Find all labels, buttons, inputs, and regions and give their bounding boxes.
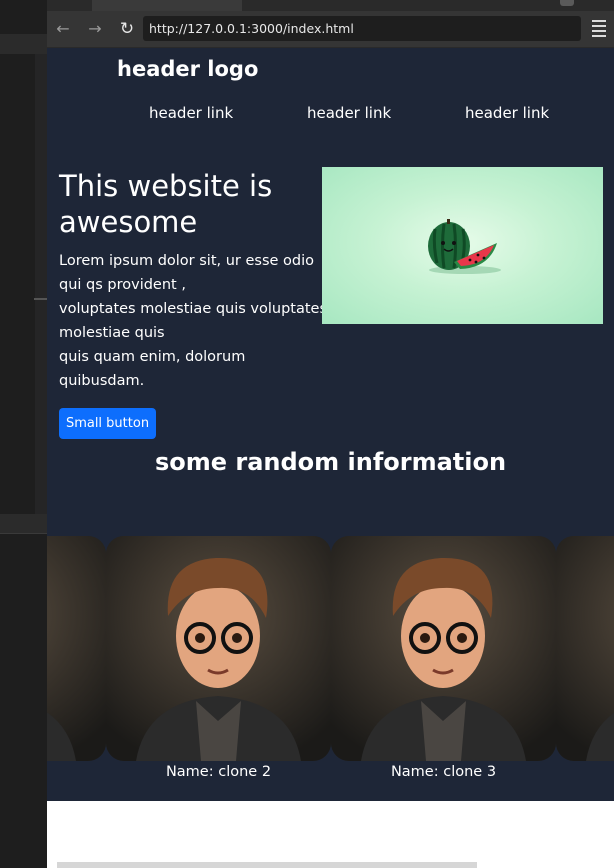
card-caption: Name: clone 3	[390, 764, 497, 780]
card-image[interactable]	[47, 536, 106, 761]
header-logo[interactable]: header logo	[117, 57, 258, 81]
hero-paragraph-line: molestiae quis	[59, 325, 165, 341]
boy-avatar-image	[106, 536, 331, 761]
window-control-button[interactable]	[560, 0, 574, 6]
menu-button[interactable]	[592, 20, 606, 38]
browser-toolbar: ← → ↻ http://127.0.0.1:3000/index.html	[47, 11, 614, 48]
reload-icon: ↻	[119, 19, 135, 39]
forward-button[interactable]: →	[83, 17, 107, 41]
address-bar[interactable]: http://127.0.0.1:3000/index.html	[143, 16, 581, 41]
boy-avatar-image	[556, 536, 614, 761]
watermelon-illustration	[428, 219, 501, 274]
hero-paragraph-line: Lorem ipsum dolor sit, ur esse odio	[59, 253, 315, 269]
background-side-panel	[35, 54, 47, 514]
boy-avatar-image	[47, 536, 106, 761]
web-page: header logo header link header link head…	[47, 48, 614, 801]
hero-paragraph-line: voluptates molestiae quis voluptates	[59, 301, 328, 317]
boy-avatar-image	[331, 536, 556, 761]
background-editor-panel	[0, 0, 47, 868]
hero-title: This website is awesome	[59, 169, 273, 239]
browser-window: ← → ↻ http://127.0.0.1:3000/index.html h…	[47, 0, 614, 868]
tab-strip	[47, 0, 614, 11]
hero-paragraph: Lorem ipsum dolor sit, ur esse odio qui …	[59, 249, 328, 393]
hamburger-menu-icon	[592, 20, 606, 37]
background-toolbar	[0, 34, 47, 54]
small-button[interactable]: Small button	[59, 408, 156, 439]
header-link-2[interactable]: header link	[307, 104, 391, 122]
browser-tab[interactable]	[92, 0, 242, 11]
reload-button[interactable]: ↻	[115, 17, 139, 41]
header-link-1[interactable]: header link	[149, 104, 233, 122]
hero-paragraph-line: quibusdam.	[59, 373, 145, 389]
header-link-3[interactable]: header link	[465, 104, 549, 122]
card-image[interactable]	[331, 536, 556, 761]
back-button[interactable]: ←	[51, 17, 75, 41]
background-divider	[0, 533, 47, 534]
arrow-left-icon: ←	[56, 19, 70, 38]
card-caption: Name: clone 2	[165, 764, 272, 780]
hero-paragraph-line: qui qs provident ,	[59, 277, 186, 293]
page-footer-area	[47, 801, 614, 868]
hero-paragraph-line: quis quam enim, dolorum	[59, 349, 246, 365]
horizontal-scrollbar[interactable]	[57, 862, 477, 868]
arrow-right-icon: →	[88, 19, 102, 38]
card-image[interactable]	[106, 536, 331, 761]
watermelon-image	[322, 167, 603, 324]
background-divider	[34, 298, 47, 300]
background-panel-header	[0, 514, 47, 534]
card-carousel[interactable]: Name: clone 2 Name: clone 3	[47, 536, 614, 796]
card-image[interactable]	[556, 536, 614, 761]
section-title: some random information	[154, 448, 507, 476]
